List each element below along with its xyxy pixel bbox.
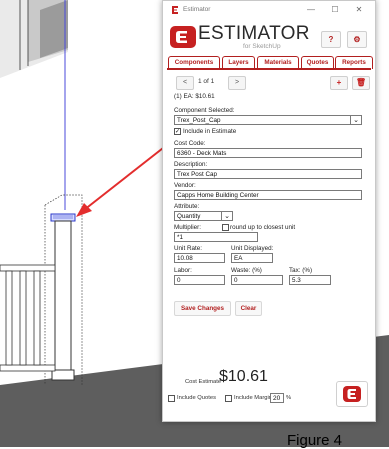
deck-post: [54, 220, 72, 372]
deck-post-base: [51, 369, 75, 381]
cost-code-label: Cost Code:: [174, 140, 206, 147]
cost-estimate-value: $10.61: [219, 368, 268, 385]
next-page-button[interactable]: >: [228, 76, 246, 90]
help-button[interactable]: ?: [321, 31, 341, 48]
estimator-footer-button[interactable]: [336, 381, 368, 407]
logo-title: ESTIMATOR: [198, 23, 310, 44]
include-quotes-checkbox[interactable]: [168, 395, 175, 402]
attribute-select[interactable]: Quantity ⌄: [174, 211, 233, 221]
percent-sign: %: [286, 395, 292, 401]
settings-button[interactable]: ⚙: [347, 31, 367, 48]
window-title: Estimator: [183, 6, 211, 13]
include-margin-label: Include Margin: [234, 395, 273, 401]
annotation-arrow: [83, 140, 173, 211]
chevron-down-icon: ⌄: [350, 116, 361, 124]
multiplier-field[interactable]: *1: [174, 232, 258, 242]
tab-underline: [167, 68, 371, 70]
logo-subtitle: for SketchUp: [243, 43, 281, 50]
save-changes-button[interactable]: Save Changes: [174, 301, 231, 316]
pager: < 1 of 1 > + 🗑: [172, 76, 370, 90]
component-select[interactable]: Trex_Post_Cap ⌄: [174, 115, 362, 125]
minimize-button[interactable]: —: [303, 4, 319, 16]
tax-field[interactable]: 5.3: [289, 275, 331, 285]
component-selected-label: Component Selected:: [174, 107, 235, 114]
attribute-label: Attribute:: [174, 203, 200, 210]
estimator-logo-icon: [170, 26, 196, 48]
tax-label: Tax: (%): [289, 267, 313, 274]
page-indicator: 1 of 1: [198, 78, 215, 85]
estimator-window: Estimator — ☐ ✕ ESTIMATOR for SketchUp ?…: [162, 0, 376, 422]
round-up-label: round up to closest unit: [230, 224, 296, 231]
labor-field[interactable]: 0: [174, 275, 225, 285]
quantity-summary: (1) EA: $10.61: [174, 93, 215, 100]
cost-estimate-label: Cost Estimate: [185, 379, 222, 385]
app-header: ESTIMATOR for SketchUp ? ⚙: [163, 23, 375, 55]
description-label: Description:: [174, 161, 208, 168]
unit-rate-label: Unit Rate:: [174, 245, 202, 252]
building-shadow: [40, 0, 68, 58]
post-cap[interactable]: [50, 213, 76, 222]
figure-caption: Figure 4: [287, 432, 343, 449]
maximize-button[interactable]: ☐: [327, 4, 343, 16]
title-bar[interactable]: Estimator — ☐ ✕: [163, 1, 375, 19]
add-component-button[interactable]: +: [330, 76, 348, 90]
railing-top: [0, 264, 56, 272]
include-in-estimate-checkbox[interactable]: ✓: [174, 128, 181, 135]
chevron-down-icon: ⌄: [221, 212, 232, 220]
attribute-select-value: Quantity: [177, 213, 201, 220]
unit-displayed-label: Unit Displayed:: [231, 245, 274, 252]
labor-label: Labor:: [174, 267, 192, 274]
baluster: [5, 270, 13, 366]
clear-button[interactable]: Clear: [235, 301, 262, 316]
include-margin-checkbox[interactable]: [225, 395, 232, 402]
baluster: [19, 270, 27, 366]
delete-component-button[interactable]: 🗑: [352, 76, 370, 90]
waste-field[interactable]: 0: [231, 275, 283, 285]
include-quotes-label: Include Quotes: [177, 395, 216, 401]
railing-bottom: [0, 364, 56, 372]
close-button[interactable]: ✕: [351, 4, 367, 16]
estimator-app-icon: [172, 6, 178, 14]
unit-displayed-field[interactable]: EA: [231, 253, 273, 263]
description-field[interactable]: Trex Post Cap: [174, 169, 362, 179]
multiplier-label: Multiplier:: [174, 224, 201, 231]
vendor-field[interactable]: Capps Home Building Center: [174, 190, 362, 200]
prev-page-button[interactable]: <: [176, 76, 194, 90]
unit-rate-field[interactable]: 10.08: [174, 253, 225, 263]
include-in-estimate-label: Include in Estimate: [183, 128, 237, 135]
estimator-logo-icon: [343, 386, 361, 402]
round-up-checkbox[interactable]: [222, 224, 229, 231]
baluster: [33, 270, 41, 366]
component-select-value: Trex_Post_Cap: [177, 117, 221, 124]
margin-field[interactable]: 20: [270, 393, 284, 403]
vendor-label: Vendor:: [174, 182, 196, 189]
cost-code-field[interactable]: 6360 - Deck Mats: [174, 148, 362, 158]
waste-label: Waste: (%): [231, 267, 262, 274]
